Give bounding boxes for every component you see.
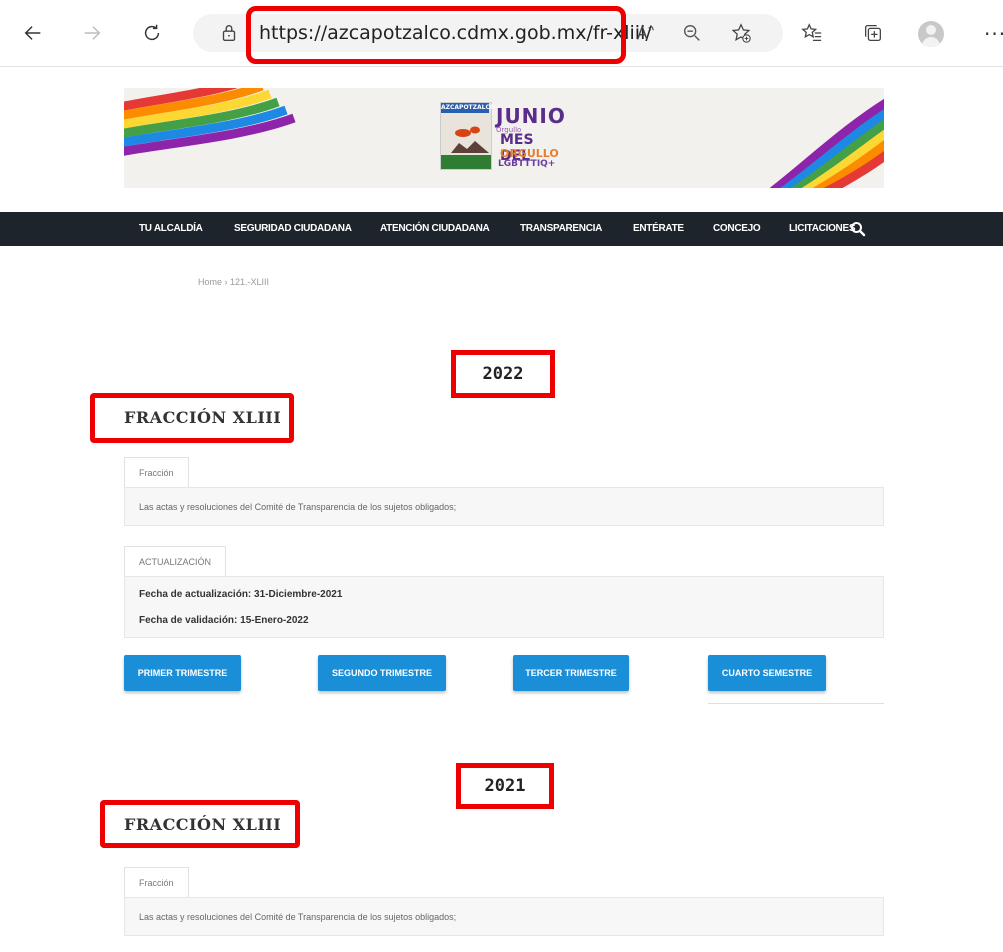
forward-icon[interactable]	[77, 18, 107, 48]
logo-badge: AZCAPOTZALCO	[441, 103, 495, 113]
nav-item-atencion[interactable]: ATENCIÓN CIUDADANA	[380, 212, 490, 246]
collections-icon[interactable]	[858, 18, 888, 48]
add-favorite-icon[interactable]	[726, 18, 756, 48]
logo-line3: LGBTTTIQ+	[498, 159, 556, 169]
fraction-panel: Las actas y resoluciones del Comité de T…	[124, 487, 884, 526]
nav-item-enterate[interactable]: ENTÉRATE	[633, 212, 684, 246]
profile-avatar[interactable]	[918, 21, 944, 47]
nav-item-transparencia[interactable]: TRANSPARENCIA	[520, 212, 602, 246]
nav-item-concejo[interactable]: CONCEJO	[713, 212, 761, 246]
breadcrumb[interactable]: Home › 121.-XLIII	[198, 277, 269, 287]
validation-date: Fecha de validación: 15-Enero-2022	[139, 615, 309, 626]
tab-actualizacion[interactable]: ACTUALIZACIÓN	[124, 546, 227, 576]
nav-item-tu-alcaldia[interactable]: TU ALCALDÍA	[139, 212, 203, 246]
search-icon[interactable]	[850, 221, 866, 237]
url-highlight-annotation	[246, 6, 626, 64]
more-options-icon[interactable]: ···	[984, 22, 1003, 46]
fraction-title: FRACCIÓN XLIII	[124, 408, 282, 427]
year-heading-2021: 2021	[456, 763, 554, 809]
year-heading-2022: 2022	[451, 350, 555, 398]
main-nav: TU ALCALDÍA SEGURIDAD CIUDADANA ATENCIÓN…	[0, 212, 1003, 246]
refresh-icon[interactable]	[137, 18, 167, 48]
read-aloud-icon[interactable]	[630, 18, 660, 48]
logo-title: JUNIO	[496, 104, 566, 128]
fraction-title-2021: FRACCIÓN XLIII	[124, 815, 282, 834]
tab-fraccion[interactable]: Fracción	[124, 457, 189, 487]
primer-trimestre-button[interactable]: PRIMER TRIMESTRE	[124, 655, 241, 691]
lock-icon[interactable]	[214, 18, 244, 48]
update-date: Fecha de actualización: 31-Diciembre-202…	[139, 589, 343, 600]
cuarto-semestre-button[interactable]: CUARTO SEMESTRE	[708, 655, 826, 691]
nav-item-seguridad[interactable]: SEGURIDAD CIUDADANA	[234, 212, 352, 246]
tercer-trimestre-button[interactable]: TERCER TRIMESTRE	[513, 655, 629, 691]
nav-item-licitaciones[interactable]: LICITACIONES	[789, 212, 856, 246]
fraction-description-2021: Las actas y resoluciones del Comité de T…	[139, 912, 457, 922]
fraction-description: Las actas y resoluciones del Comité de T…	[139, 502, 457, 512]
favorites-icon[interactable]	[797, 18, 827, 48]
zoom-out-icon[interactable]	[677, 18, 707, 48]
browser-toolbar: https://azcapotzalco.cdmx.gob.mx/fr-xlii…	[0, 0, 1003, 67]
segundo-trimestre-button[interactable]: SEGUNDO TRIMESTRE	[318, 655, 446, 691]
back-icon[interactable]	[18, 18, 48, 48]
pride-month-logo: AZCAPOTZALCO JUNIO Orgullo MES DEL ORGUL…	[440, 102, 565, 172]
update-panel: Fecha de actualización: 31-Diciembre-202…	[124, 576, 884, 638]
divider	[708, 703, 884, 704]
tab-fraccion-2021[interactable]: Fracción	[124, 867, 189, 897]
fraction-panel-2021: Las actas y resoluciones del Comité de T…	[124, 897, 884, 936]
